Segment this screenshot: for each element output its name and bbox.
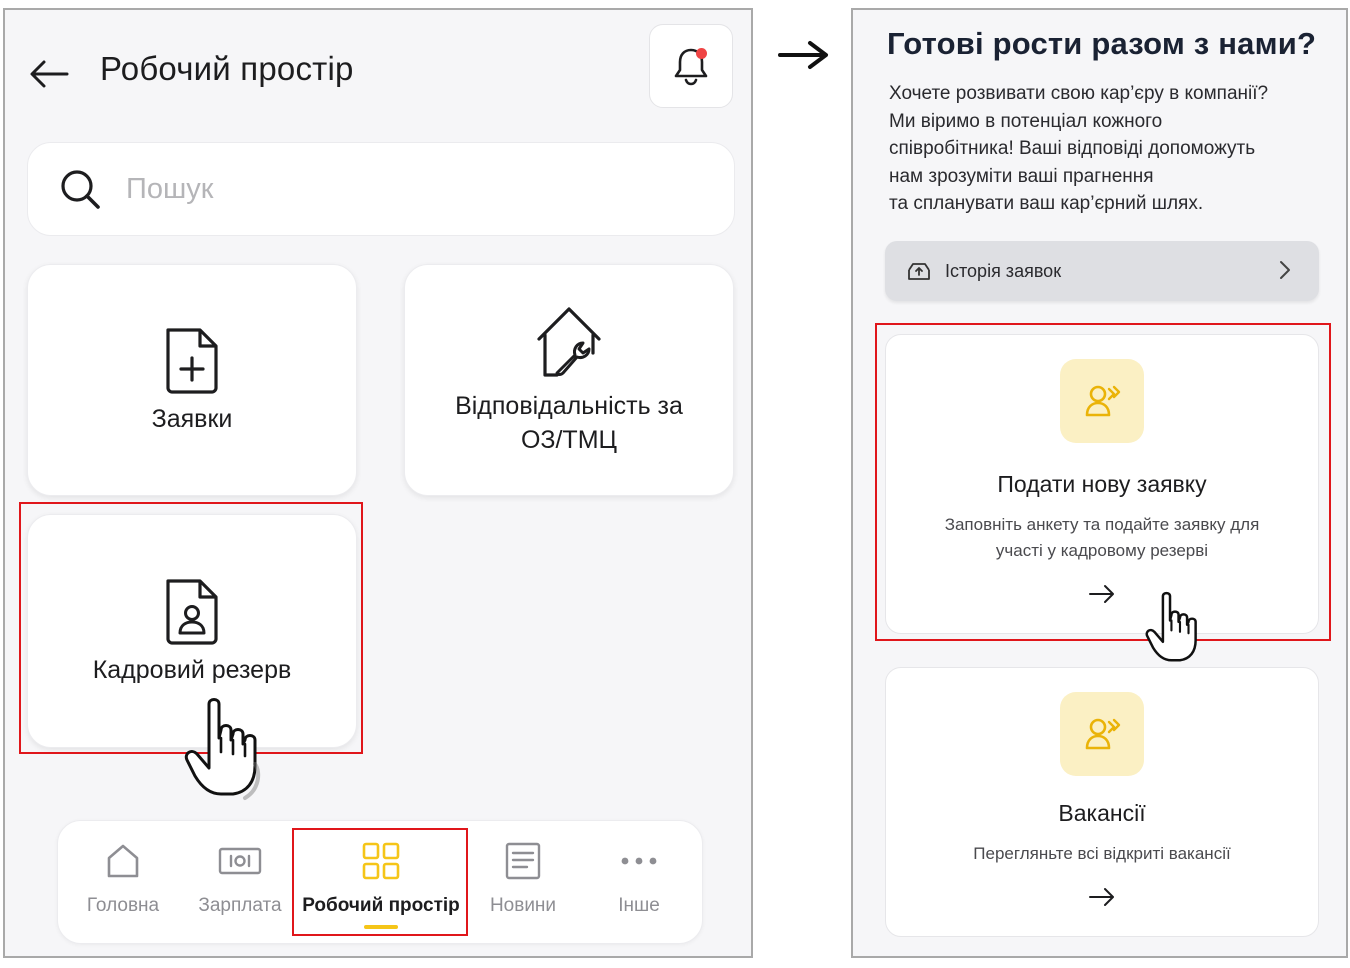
document-person-icon — [166, 579, 218, 645]
user-arrow-icon — [1085, 718, 1121, 750]
chevron-right-icon — [1280, 261, 1290, 279]
nav-item-salary[interactable]: Зарплата — [190, 821, 290, 945]
screen-title: Готові рости разом з нами? — [887, 26, 1317, 61]
home-icon — [107, 844, 139, 878]
history-label: Історія заявок — [945, 260, 1062, 281]
page-title: Робочий простір — [100, 50, 354, 87]
card-description: Заповніть анкету та подайте заявку для у… — [944, 515, 1260, 560]
personnel-reserve-screen: Готові рости разом з нами? Хочете розвив… — [851, 8, 1348, 958]
document-plus-icon — [166, 328, 218, 394]
search-box[interactable] — [27, 142, 735, 236]
nav-item-news[interactable]: Новини — [478, 821, 568, 945]
nav-item-home[interactable]: Головна — [78, 821, 168, 945]
arrow-right-icon[interactable] — [1088, 887, 1116, 907]
tile-label: Кадровий резерв — [92, 656, 292, 684]
tile-label: Відповідальність за ОЗ/ТМЦ — [455, 392, 683, 454]
arrow-right-icon — [778, 41, 828, 69]
notifications-button[interactable] — [649, 24, 733, 108]
card-icon-bg — [1060, 692, 1144, 776]
bottom-navigation: Головна Зарплата Робочий простір Новини … — [57, 820, 703, 944]
more-dots-icon — [621, 857, 657, 865]
card-description: Перегляньте всі відкриті вакансії — [973, 844, 1231, 863]
grid-icon — [362, 842, 400, 880]
nav-item-more[interactable]: Інше — [594, 821, 684, 945]
card-icon-bg — [1060, 359, 1144, 443]
active-indicator — [364, 925, 398, 929]
salary-icon — [218, 847, 262, 875]
workspace-screen: Робочий простір Заявки Відповідальність — [3, 8, 753, 958]
card-new-application[interactable]: Подати нову заявку Заповніть анкету та п… — [885, 334, 1319, 634]
upload-tray-icon — [908, 263, 930, 280]
tile-label: Заявки — [151, 405, 233, 433]
card-title: Подати нову заявку — [997, 471, 1207, 497]
tile-personnel-reserve[interactable]: Кадровий резерв — [27, 514, 357, 748]
house-wrench-icon — [537, 307, 601, 377]
card-title: Вакансії — [1058, 800, 1146, 826]
tile-asset-responsibility[interactable]: Відповідальність за ОЗ/ТМЦ — [404, 264, 734, 496]
notification-badge — [696, 48, 707, 59]
arrow-left-icon — [30, 60, 69, 88]
arrow-right-icon[interactable] — [1088, 584, 1116, 604]
back-button[interactable] — [27, 52, 71, 96]
user-arrow-icon — [1085, 385, 1121, 417]
news-icon — [505, 842, 541, 880]
nav-item-workspace[interactable]: Робочий простір — [298, 821, 464, 945]
search-input[interactable] — [126, 172, 646, 206]
tile-requests[interactable]: Заявки — [27, 264, 357, 496]
search-icon — [61, 170, 100, 209]
intro-text: Хочете розвивати свою кар’єру в компанії… — [889, 83, 1269, 214]
card-vacancies[interactable]: Вакансії Перегляньте всі відкриті ваканс… — [885, 667, 1319, 937]
history-button[interactable]: Історія заявок — [885, 241, 1319, 301]
